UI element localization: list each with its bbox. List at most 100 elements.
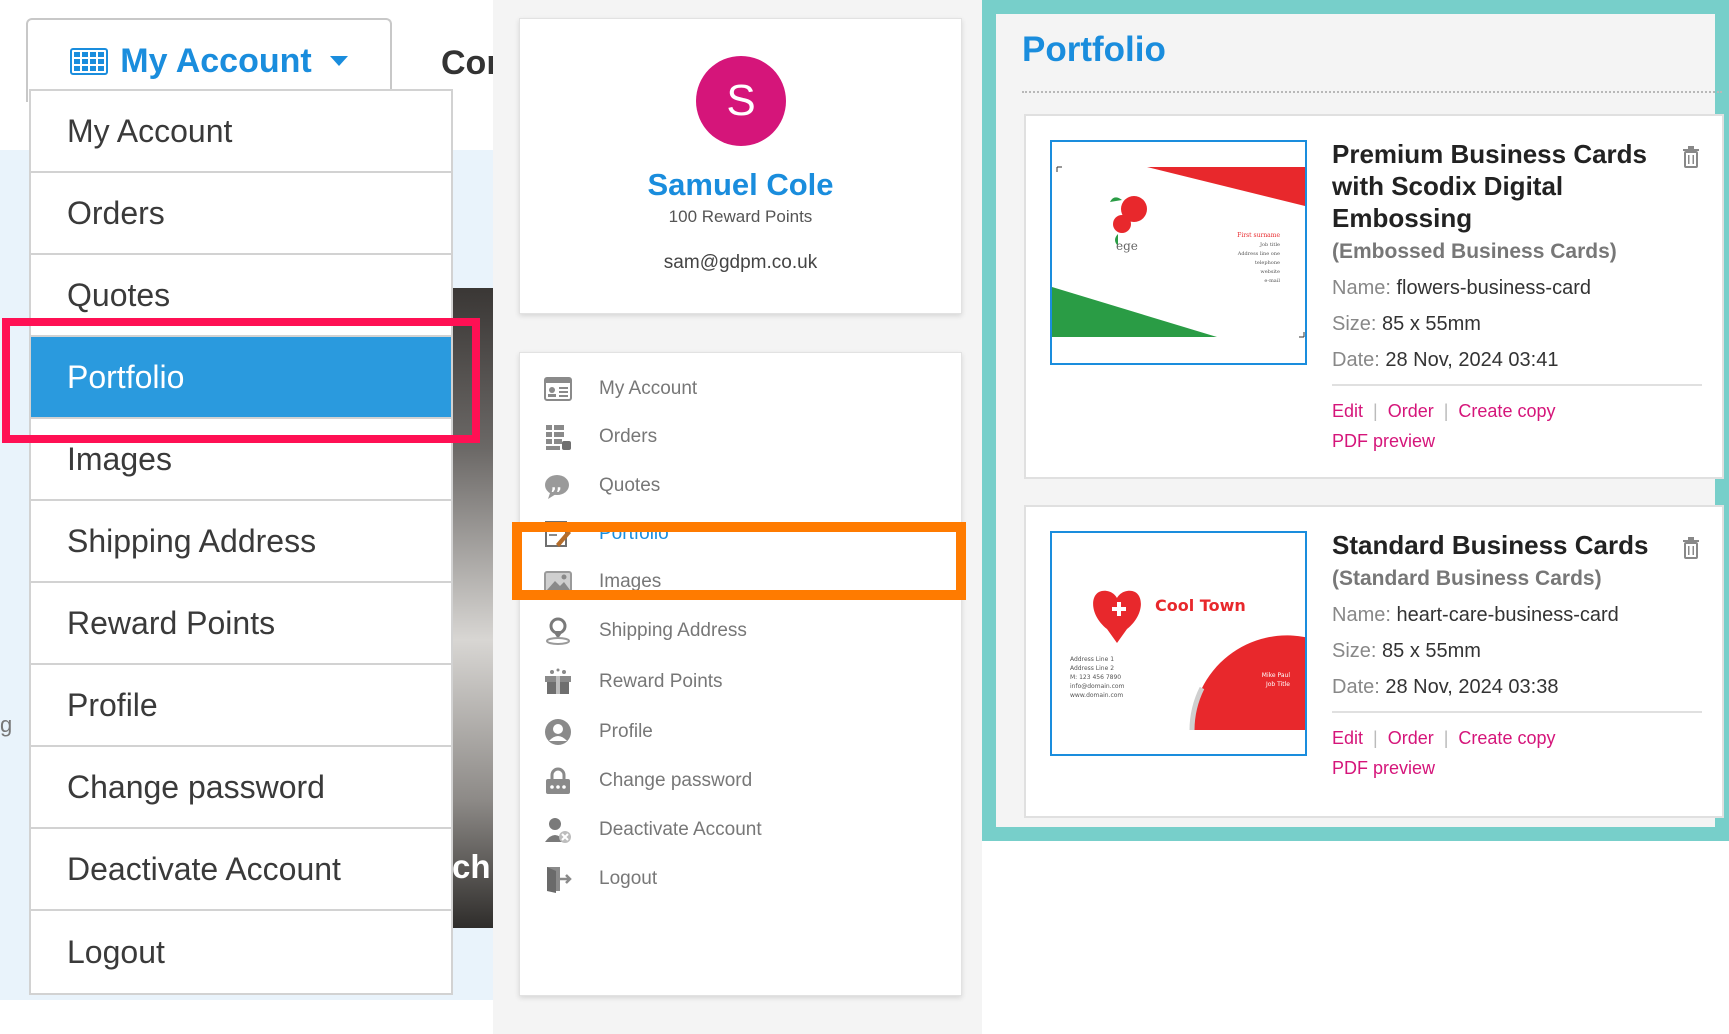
caret-down-icon: [329, 56, 348, 66]
card-actions: Edit | Order | Create copy PDF preview: [1332, 723, 1702, 783]
card-category: (Embossed Business Cards): [1332, 240, 1617, 263]
thumb-text-line: Mike Paul: [1262, 672, 1291, 679]
thumb-text-line: Address line one: [1237, 251, 1280, 257]
thumb-logo-text: Cool Town: [1155, 596, 1246, 615]
divider: [1332, 384, 1702, 386]
link-separator: |: [1373, 401, 1378, 421]
divider: [1332, 711, 1702, 713]
card-thumbnail[interactable]: ege First surname Job title Address line…: [1050, 140, 1307, 365]
account-sidebar-panel: S Samuel Cole 100 Reward Points sam@gdpm…: [493, 0, 982, 1034]
divider: [1022, 91, 1722, 93]
card-date-row: Date: 28 Nov, 2024 03:38: [1332, 676, 1702, 699]
card-name-row: Name: flowers-business-card: [1332, 277, 1702, 300]
page-title: Portfolio: [1022, 30, 1166, 69]
sidebar-item-deactivate-account[interactable]: Deactivate Account: [520, 808, 961, 852]
thumb-text-line: e-mail: [1264, 278, 1280, 284]
svg-text:,,: ,,: [551, 478, 562, 494]
dropdown-item-profile[interactable]: Profile: [31, 665, 451, 747]
sidebar-item-label: Profile: [599, 721, 653, 742]
card-title: Standard Business Cards: [1332, 530, 1649, 560]
sidebar-item-my-account[interactable]: My Account: [520, 367, 961, 411]
sidebar-item-label: My Account: [599, 378, 698, 399]
profile-name: Samuel Cole: [647, 167, 834, 202]
edit-link[interactable]: Edit: [1332, 401, 1363, 421]
portfolio-panel: Portfolio ege First surname Job title Ad…: [982, 0, 1729, 841]
sidebar-item-label: Change password: [599, 770, 753, 791]
portfolio-card: Cool Town Address Line 1 Address Line 2 …: [1024, 505, 1724, 818]
grid-icon: [70, 47, 109, 75]
quote-bubble-icon: ,,: [542, 471, 574, 501]
card-date-value: 28 Nov, 2024 03:38: [1385, 676, 1559, 698]
card-actions: Edit | Order | Create copy PDF preview: [1332, 396, 1702, 456]
sidebar-item-reward-points[interactable]: Reward Points: [520, 660, 961, 704]
edit-link[interactable]: Edit: [1332, 728, 1363, 748]
order-link[interactable]: Order: [1388, 728, 1434, 748]
sidebar-item-logout[interactable]: Logout: [520, 857, 961, 901]
thumb-text-line: First surname: [1237, 232, 1280, 239]
trash-icon[interactable]: [1682, 537, 1700, 559]
sidebar-item-orders[interactable]: Orders: [520, 415, 961, 459]
link-separator: |: [1443, 728, 1449, 748]
create-copy-link[interactable]: Create copy: [1458, 401, 1555, 421]
sidebar-item-label: Shipping Address: [599, 620, 747, 641]
card-size-row: Size: 85 x 55mm: [1332, 640, 1702, 663]
dropdown-item-change-password[interactable]: Change password: [31, 747, 451, 829]
profile-card: S Samuel Cole 100 Reward Points sam@gdpm…: [519, 18, 962, 314]
card-name-value: heart-care-business-card: [1396, 604, 1619, 626]
card-date-value: 28 Nov, 2024 03:41: [1385, 349, 1559, 371]
dropdown-panel: ch g Cor My Account My Account Orders Qu…: [0, 0, 493, 1034]
thumb-text-line: Job title: [1259, 242, 1280, 248]
sidebar-item-change-password[interactable]: Change password: [520, 759, 961, 803]
sidebar-item-label: Quotes: [599, 475, 661, 496]
sidebar-item-label: Orders: [599, 426, 658, 447]
card-thumbnail[interactable]: Cool Town Address Line 1 Address Line 2 …: [1050, 531, 1307, 756]
dropdown-item-orders[interactable]: Orders: [31, 173, 451, 255]
sidebar-item-shipping-address[interactable]: Shipping Address: [520, 609, 961, 653]
card-name-value: flowers-business-card: [1396, 277, 1591, 299]
dropdown-item-my-account[interactable]: My Account: [31, 91, 451, 173]
card-size-key: Size:: [1332, 313, 1377, 335]
profile-email: sam@gdpm.co.uk: [663, 252, 818, 273]
thumb-text-line: Job Title: [1265, 681, 1290, 688]
highlight-box: [512, 522, 966, 600]
location-pin-icon: [542, 616, 574, 646]
card-name-row: Name: heart-care-business-card: [1332, 604, 1702, 627]
card-size-value: 85 x 55mm: [1382, 640, 1481, 662]
account-dropdown-menu: My Account Orders Quotes Portfolio Image…: [29, 89, 453, 995]
sidebar-nav: My Account Orders ,, Quotes Portfolio Im…: [519, 352, 962, 996]
thumb-text-line: www.domain.com: [1070, 692, 1123, 699]
dropdown-item-deactivate-account[interactable]: Deactivate Account: [31, 829, 451, 911]
sidebar-item-label: Deactivate Account: [599, 819, 762, 840]
background-text: g: [0, 712, 13, 737]
trash-icon[interactable]: [1682, 146, 1700, 168]
dropdown-item-logout[interactable]: Logout: [31, 911, 451, 993]
avatar[interactable]: S: [696, 56, 786, 146]
pdf-preview-link[interactable]: PDF preview: [1332, 758, 1435, 778]
gift-box-icon: [542, 667, 574, 697]
portfolio-card: ege First surname Job title Address line…: [1024, 114, 1724, 479]
highlight-box: [2, 318, 480, 443]
card-size-row: Size: 85 x 55mm: [1332, 313, 1702, 336]
card-size-value: 85 x 55mm: [1382, 313, 1481, 335]
user-remove-icon: [542, 815, 574, 845]
pdf-preview-link[interactable]: PDF preview: [1332, 431, 1435, 451]
order-link[interactable]: Order: [1388, 401, 1434, 421]
link-separator: |: [1373, 728, 1378, 748]
sidebar-item-label: Logout: [599, 868, 658, 889]
nav-tab-next[interactable]: Cor: [441, 44, 493, 83]
dropdown-item-shipping-address[interactable]: Shipping Address: [31, 501, 451, 583]
card-date-key: Date:: [1332, 349, 1380, 371]
thumb-text-line: Address Line 2: [1070, 665, 1114, 672]
card-category: (Standard Business Cards): [1332, 567, 1602, 590]
dropdown-item-reward-points[interactable]: Reward Points: [31, 583, 451, 665]
reward-points-label: 100 Reward Points: [668, 207, 813, 226]
sidebar-item-profile[interactable]: Profile: [520, 710, 961, 754]
sidebar-item-quotes[interactable]: ,, Quotes: [520, 464, 961, 508]
user-circle-icon: [542, 717, 574, 747]
card-date-key: Date:: [1332, 676, 1380, 698]
create-copy-link[interactable]: Create copy: [1458, 728, 1555, 748]
card-title: Premium Business Cards with Scodix Digit…: [1332, 139, 1648, 233]
my-account-tab-label: My Account: [120, 41, 312, 80]
link-separator: |: [1443, 401, 1449, 421]
thumb-text-line: info@domain.com: [1070, 683, 1125, 690]
